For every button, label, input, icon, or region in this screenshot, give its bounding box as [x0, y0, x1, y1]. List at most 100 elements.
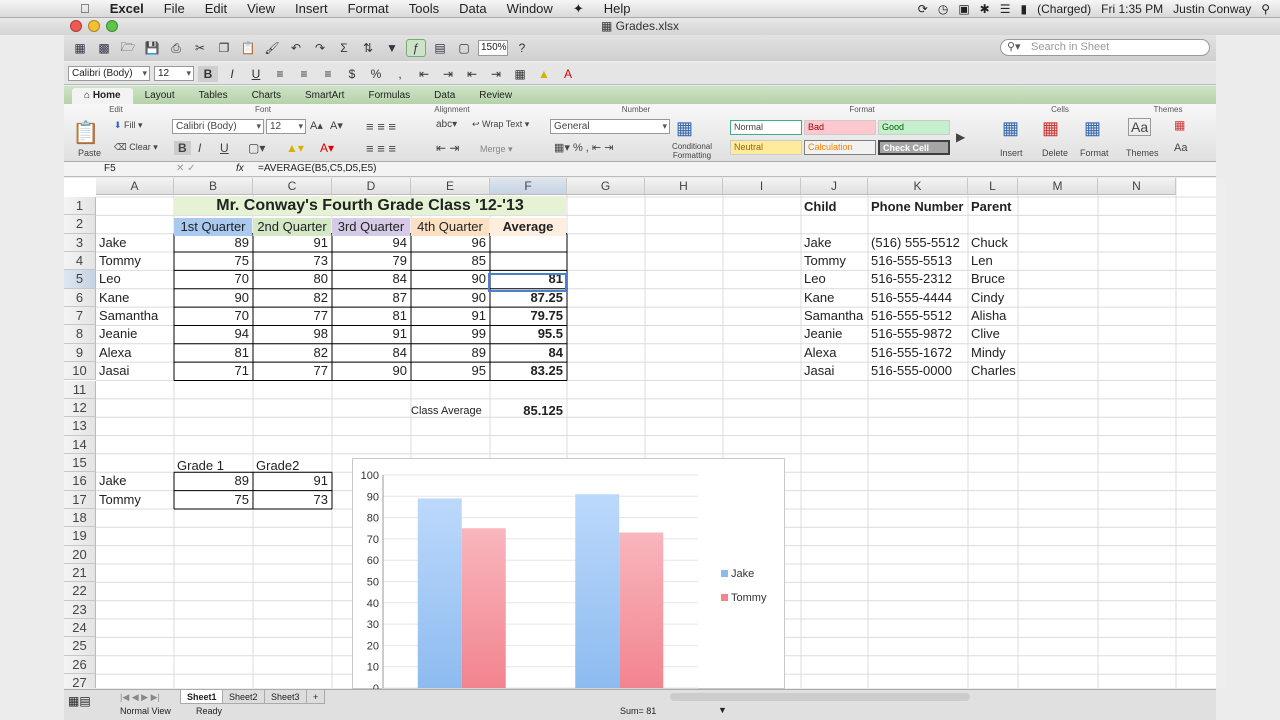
- paste-icon[interactable]: 📋: [72, 120, 99, 146]
- clear-button[interactable]: ⌫ Clear ▾: [114, 142, 158, 153]
- insert-label[interactable]: Insert: [1000, 148, 1023, 158]
- font-name-select[interactable]: Calibri (Body): [68, 66, 150, 81]
- increase-decimal-icon[interactable]: ⇤: [414, 66, 434, 82]
- vertical-scrollbar[interactable]: [1216, 178, 1226, 688]
- grade-average[interactable]: 79.75: [490, 307, 566, 325]
- student-name[interactable]: Jake: [96, 234, 172, 252]
- column-header-i[interactable]: I: [723, 178, 801, 195]
- contact-child[interactable]: Jasai: [801, 362, 867, 380]
- templates-button[interactable]: ▩: [94, 39, 114, 57]
- grade-average[interactable]: 95.5: [490, 325, 566, 343]
- grade-q3[interactable]: 84: [332, 270, 410, 288]
- undo-button[interactable]: ↶: [286, 39, 306, 57]
- contact-parent[interactable]: Clive: [968, 325, 1048, 343]
- wrap-text-button[interactable]: ↩ Wrap Text ▾: [472, 119, 529, 130]
- student-name[interactable]: Tommy: [96, 252, 172, 270]
- row-header-10[interactable]: 10: [64, 362, 96, 381]
- bar-chart[interactable]: 0 10 20 30 40 50 60 70 80 90 100 Jake Tommy: [352, 458, 785, 695]
- comma-button[interactable]: ,: [390, 66, 410, 82]
- column-header-h[interactable]: H: [645, 178, 723, 195]
- contact-parent[interactable]: Charles: [968, 362, 1048, 380]
- menu-view[interactable]: View: [237, 1, 285, 16]
- grade-average[interactable]: 84: [490, 344, 566, 362]
- row-header-14[interactable]: 14: [64, 435, 96, 454]
- redo-button[interactable]: ↷: [310, 39, 330, 57]
- grade-q2[interactable]: 77: [253, 307, 331, 325]
- row-header-19[interactable]: 19: [64, 527, 96, 546]
- align-left-icon[interactable]: ≡: [270, 66, 290, 82]
- contact-child[interactable]: Jeanie: [801, 325, 867, 343]
- grade-q2[interactable]: 80: [253, 270, 331, 288]
- cut-button[interactable]: ✂: [190, 39, 210, 57]
- align-right-icon[interactable]: ≡: [318, 66, 338, 82]
- menu-file[interactable]: File: [154, 1, 195, 16]
- ribbon-font-select[interactable]: Calibri (Body): [172, 119, 264, 134]
- grade-q1[interactable]: 94: [174, 325, 252, 343]
- student-name[interactable]: Alexa: [96, 344, 172, 362]
- italic-button[interactable]: I: [222, 66, 242, 82]
- print-button[interactable]: ⎙: [166, 39, 186, 57]
- column-header-d[interactable]: D: [332, 178, 411, 195]
- font-size-select[interactable]: 12: [154, 66, 194, 81]
- sheet-tab-1[interactable]: Sheet1: [180, 690, 224, 704]
- grade-q1[interactable]: 89: [174, 234, 252, 252]
- borders-icon[interactable]: ▦: [510, 66, 530, 82]
- fill-button[interactable]: ⬇ Fill ▾: [114, 120, 143, 131]
- class-average-label[interactable]: Class Average: [408, 402, 485, 420]
- normal-view-icon[interactable]: ▦▤: [68, 694, 91, 708]
- student-name[interactable]: Kane: [96, 289, 172, 307]
- selected-cell-f5[interactable]: [488, 273, 567, 292]
- contact-child[interactable]: Kane: [801, 289, 867, 307]
- menu-tools[interactable]: Tools: [399, 1, 449, 16]
- contact-parent[interactable]: Chuck: [968, 234, 1048, 252]
- paste-label[interactable]: Paste: [78, 148, 101, 158]
- format-cells-icon[interactable]: ▦: [1084, 118, 1101, 139]
- indent-buttons-icon[interactable]: ⇤ ⇥: [436, 141, 459, 155]
- grade-q2[interactable]: 82: [253, 344, 331, 362]
- column-header-e[interactable]: E: [411, 178, 490, 195]
- formula-buttons-icon[interactable]: ✕ ✓: [176, 162, 196, 176]
- row-header-16[interactable]: 16: [64, 472, 96, 491]
- number-format-select[interactable]: General: [550, 119, 670, 134]
- row-header-5[interactable]: 5: [64, 270, 96, 289]
- column-header-b[interactable]: B: [174, 178, 253, 195]
- grade-q2[interactable]: 77: [253, 362, 331, 380]
- theme-fonts-icon[interactable]: Aa: [1174, 142, 1187, 154]
- contact-child[interactable]: Samantha: [801, 307, 867, 325]
- styles-more-icon[interactable]: ▶: [956, 130, 965, 144]
- percent-button[interactable]: %: [366, 66, 386, 82]
- paste-button[interactable]: 📋: [238, 39, 258, 57]
- contact-parent[interactable]: Alisha: [968, 307, 1048, 325]
- bold-button[interactable]: B: [198, 65, 218, 82]
- ribbon-underline-button[interactable]: U: [220, 141, 229, 155]
- grade-q2[interactable]: 82: [253, 289, 331, 307]
- merge-button[interactable]: Merge ▾: [480, 144, 513, 155]
- grow-font-icon[interactable]: A▴: [310, 119, 323, 132]
- contact-phone[interactable]: (516) 555-5512: [868, 234, 968, 252]
- bluetooth-icon[interactable]: ✱: [980, 2, 990, 16]
- small-student-name[interactable]: Tommy: [96, 491, 172, 509]
- ribbon-fill-color-icon[interactable]: ▲▾: [286, 141, 304, 155]
- tab-review[interactable]: Review: [467, 88, 524, 104]
- row-header-9[interactable]: 9: [64, 343, 96, 363]
- row-header-4[interactable]: 4: [64, 252, 96, 271]
- sheet-tab-3[interactable]: Sheet3: [264, 690, 307, 704]
- contact-parent[interactable]: Len: [968, 252, 1048, 270]
- shrink-font-icon[interactable]: A▾: [330, 119, 343, 132]
- wifi-icon[interactable]: ☰: [1000, 2, 1011, 16]
- gallery-button[interactable]: ▤: [430, 39, 450, 57]
- battery-status[interactable]: (Charged): [1037, 2, 1091, 16]
- new-button[interactable]: ▦: [70, 39, 90, 57]
- grade-q1[interactable]: 70: [174, 307, 252, 325]
- style-neutral[interactable]: Neutral: [730, 140, 802, 155]
- format-painter-button[interactable]: 🖌: [262, 39, 282, 57]
- student-name[interactable]: Samantha: [96, 307, 172, 325]
- align-top-icon[interactable]: ≡ ≡ ≡: [366, 119, 396, 134]
- tab-formulas[interactable]: Formulas: [356, 88, 422, 104]
- indent-icon[interactable]: ⇥: [486, 66, 506, 82]
- battery-icon[interactable]: ▮: [1021, 2, 1028, 16]
- clock[interactable]: Fri 1:35 PM: [1101, 2, 1163, 16]
- row-header-22[interactable]: 22: [64, 582, 96, 601]
- tab-tables[interactable]: Tables: [187, 88, 240, 104]
- conditional-formatting-label[interactable]: Conditional Formatting: [662, 142, 722, 160]
